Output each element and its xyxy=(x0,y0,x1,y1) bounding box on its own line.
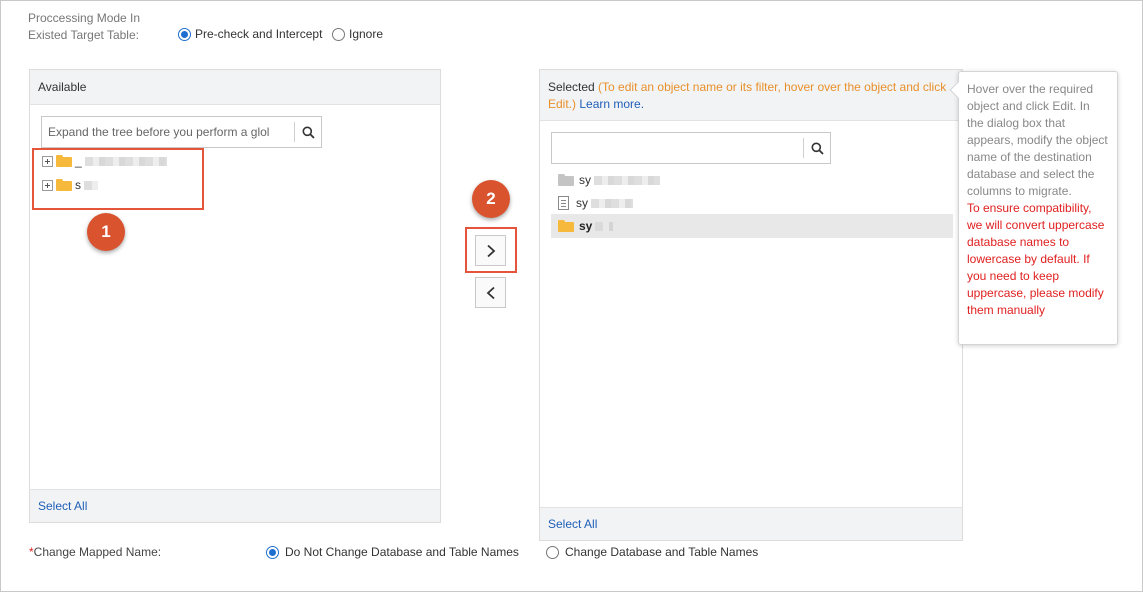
search-icon[interactable] xyxy=(803,138,830,158)
learn-more-link[interactable]: Learn more. xyxy=(579,97,644,111)
radio-selected-icon[interactable] xyxy=(178,27,191,41)
move-left-button[interactable] xyxy=(475,277,506,308)
selected-item-label: sy xyxy=(576,196,588,210)
radio-unselected-icon[interactable] xyxy=(332,27,345,41)
available-search-box[interactable] xyxy=(41,116,322,148)
available-title: Available xyxy=(38,80,87,94)
available-search-input[interactable] xyxy=(42,118,294,146)
chevron-left-icon xyxy=(486,286,495,299)
available-panel-header: Available xyxy=(30,70,440,105)
radio-label: Do Not Change Database and Table Names xyxy=(285,545,519,559)
radio-label: Ignore xyxy=(349,27,384,41)
redacted-text xyxy=(594,175,660,185)
redacted-text xyxy=(595,221,614,231)
radio-selected-icon[interactable] xyxy=(266,545,279,559)
callout-marker-2: 2 xyxy=(472,180,510,218)
mapped-name-label: * Change Mapped Name: xyxy=(29,545,161,559)
radio-precheck-intercept[interactable]: Pre-check and Intercept xyxy=(178,27,322,41)
available-panel-footer: Select All xyxy=(30,489,440,522)
document-icon xyxy=(558,196,569,210)
select-all-selected-link[interactable]: Select All xyxy=(548,517,597,531)
radio-change-names[interactable]: Change Database and Table Names xyxy=(546,545,758,559)
selected-panel: Selected (To edit an object name or its … xyxy=(539,69,963,541)
processing-mode-label: Proccessing Mode In Existed Target Table… xyxy=(28,11,141,42)
callout-marker-1: 1 xyxy=(87,213,125,251)
radio-label: Pre-check and Intercept xyxy=(195,27,323,41)
selected-item[interactable]: sy xyxy=(558,194,633,212)
radio-unselected-icon[interactable] xyxy=(546,545,559,559)
selected-title: Selected xyxy=(548,80,595,94)
selected-item[interactable]: sy xyxy=(558,171,660,189)
radio-ignore[interactable]: Ignore xyxy=(332,27,383,41)
selected-panel-header: Selected (To edit an object name or its … xyxy=(540,70,962,121)
chevron-right-icon xyxy=(486,244,495,257)
available-panel: Available _ s Select All xyxy=(29,69,441,523)
radio-label: Change Database and Table Names xyxy=(565,545,759,559)
edit-hint-tooltip: Hover over the required object and click… xyxy=(949,71,1118,345)
selected-search-box[interactable] xyxy=(551,132,831,164)
radio-do-not-change-names[interactable]: Do Not Change Database and Table Names xyxy=(266,545,519,559)
folder-icon xyxy=(558,220,574,232)
selected-search-input[interactable] xyxy=(552,134,803,162)
mapped-name-label-text: Change Mapped Name: xyxy=(33,545,162,559)
tooltip-info-text: Hover over the required object and click… xyxy=(967,82,1108,198)
selected-item-label: sy xyxy=(579,173,591,187)
tooltip-warning-text: To ensure compatibility, we will convert… xyxy=(967,201,1105,317)
move-right-button[interactable] xyxy=(475,235,506,266)
search-icon[interactable] xyxy=(294,122,321,142)
folder-icon xyxy=(558,174,574,186)
highlight-box-tree xyxy=(32,148,204,210)
redacted-text xyxy=(591,198,633,208)
selected-panel-footer: Select All xyxy=(540,507,962,540)
select-all-available-link[interactable]: Select All xyxy=(38,499,87,513)
selected-item-label: sy xyxy=(579,219,593,233)
selected-item[interactable]: sy xyxy=(558,217,614,235)
